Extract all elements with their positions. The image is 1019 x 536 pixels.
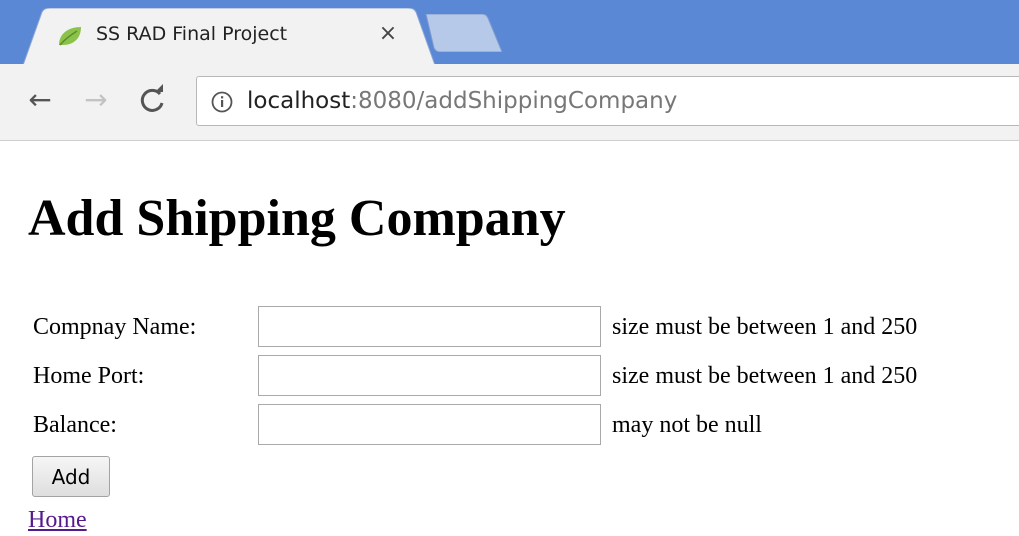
url-path: :8080/addShippingCompany xyxy=(350,88,678,114)
url-text[interactable]: localhost:8080/addShippingCompany xyxy=(247,87,677,115)
page-title: Add Shipping Company xyxy=(28,190,566,247)
reload-icon[interactable] xyxy=(134,81,170,119)
forward-arrow-icon[interactable]: → xyxy=(78,81,114,119)
url-host: localhost xyxy=(247,88,351,114)
info-icon[interactable] xyxy=(211,91,233,113)
add-button[interactable]: Add xyxy=(32,456,110,497)
spring-leaf-icon xyxy=(57,25,83,47)
new-tab-shape xyxy=(425,13,503,53)
company-name-error: size must be between 1 and 250 xyxy=(612,314,918,340)
company-name-label: Compnay Name: xyxy=(33,314,197,340)
home-port-label: Home Port: xyxy=(33,363,145,389)
company-name-input[interactable] xyxy=(258,306,601,347)
address-bar[interactable]: localhost:8080/addShippingCompany xyxy=(196,76,1019,126)
home-link[interactable]: Home xyxy=(28,505,87,535)
browser-tabstrip: SS RAD Final Project × xyxy=(0,0,1019,68)
tab-close-icon[interactable]: × xyxy=(376,20,400,48)
browser-toolbar: ← → localhost:8080/addShippingCompany xyxy=(0,64,1019,141)
tab-title: SS RAD Final Project xyxy=(96,23,288,45)
balance-error: may not be null xyxy=(612,412,762,438)
home-port-error: size must be between 1 and 250 xyxy=(612,363,918,389)
browser-tab-active[interactable]: SS RAD Final Project × xyxy=(22,8,436,68)
back-arrow-icon[interactable]: ← xyxy=(22,81,58,119)
balance-input[interactable] xyxy=(258,404,601,445)
balance-label: Balance: xyxy=(33,412,117,438)
home-port-input[interactable] xyxy=(258,355,601,396)
new-tab-button[interactable] xyxy=(424,13,504,53)
